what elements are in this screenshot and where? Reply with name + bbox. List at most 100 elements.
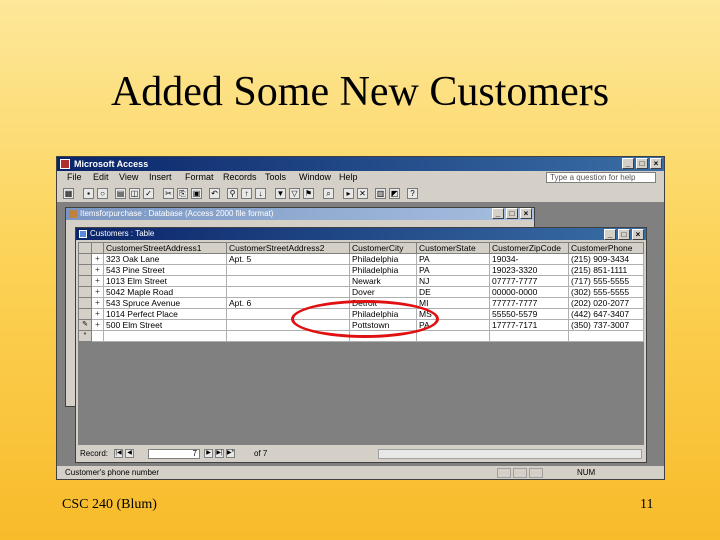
expand-subdatasheet-icon[interactable]: + — [91, 308, 104, 320]
cut-icon[interactable]: ✂ — [163, 188, 174, 199]
first-record-button[interactable]: |◀ — [114, 449, 123, 458]
cell-zip[interactable]: 55550-5579 — [489, 308, 569, 320]
record-selector[interactable] — [78, 308, 92, 320]
table-row[interactable]: +1013 Elm Street Newark NJ 07777-7777 (717) … — [78, 275, 644, 287]
help-icon[interactable]: ? — [407, 188, 418, 199]
cell-zip[interactable] — [489, 330, 569, 342]
print-preview-icon[interactable]: ◫ — [129, 188, 140, 199]
db-close-button[interactable]: × — [520, 208, 532, 219]
new-object-icon[interactable]: ◩ — [389, 188, 400, 199]
menu-insert[interactable]: Insert — [149, 172, 172, 182]
menu-edit[interactable]: Edit — [93, 172, 109, 182]
find-icon[interactable]: ⌕ — [323, 188, 334, 199]
close-button[interactable]: × — [650, 158, 662, 169]
cell-city[interactable]: Newark — [349, 275, 417, 287]
db-minimize-button[interactable]: _ — [492, 208, 504, 219]
search-icon[interactable]: ○ — [97, 188, 108, 199]
cell-phone[interactable]: (442) 647-3407 — [568, 308, 644, 320]
maximize-button[interactable]: □ — [636, 158, 648, 169]
cell-street-address2[interactable] — [226, 275, 350, 287]
column-header-phone[interactable]: CustomerPhone — [568, 242, 644, 254]
record-selector[interactable]: * — [78, 330, 92, 342]
menu-records[interactable]: Records — [223, 172, 257, 182]
copy-icon[interactable]: ⎘ — [177, 188, 188, 199]
cell-street-address1[interactable]: 1013 Elm Street — [103, 275, 227, 287]
next-record-button[interactable]: ▶ — [204, 449, 213, 458]
filter-by-form-icon[interactable]: ▽ — [289, 188, 300, 199]
table-maximize-button[interactable]: □ — [618, 229, 630, 240]
table-row[interactable]: +543 Pine Street Philadelphia PA 19023-3320… — [78, 264, 644, 276]
save-icon[interactable]: ▪ — [83, 188, 94, 199]
print-icon[interactable]: ▤ — [115, 188, 126, 199]
spelling-icon[interactable]: ✓ — [143, 188, 154, 199]
cell-phone[interactable]: (717) 555-5555 — [568, 275, 644, 287]
cell-state[interactable]: PA — [416, 253, 490, 265]
cell-phone[interactable]: (350) 737-3007 — [568, 319, 644, 331]
cell-city[interactable]: Philadelphia — [349, 264, 417, 276]
cell-state[interactable]: PA — [416, 264, 490, 276]
db-maximize-button[interactable]: □ — [506, 208, 518, 219]
cell-state[interactable]: DE — [416, 286, 490, 298]
table-row[interactable]: +5042 Maple Road Dover DE 00000-0000 (302) 5… — [78, 286, 644, 298]
filter-by-selection-icon[interactable]: ▼ — [275, 188, 286, 199]
cell-phone[interactable]: (215) 851-1111 — [568, 264, 644, 276]
cell-street-address1[interactable]: 5042 Maple Road — [103, 286, 227, 298]
record-selector[interactable] — [78, 253, 92, 265]
record-selector[interactable] — [78, 286, 92, 298]
cell-street-address1[interactable]: 543 Pine Street — [103, 264, 227, 276]
table-row[interactable]: +323 Oak Lane Apt. 5 Philadelphia PA 19034-(… — [78, 253, 644, 265]
expand-subdatasheet-icon[interactable]: + — [91, 264, 104, 276]
new-record-icon[interactable]: ▸ — [343, 188, 354, 199]
cell-zip[interactable]: 07777-7777 — [489, 275, 569, 287]
apply-filter-icon[interactable]: ⚑ — [303, 188, 314, 199]
cell-street-address1[interactable] — [103, 330, 227, 342]
cell-phone[interactable]: (302) 555-5555 — [568, 286, 644, 298]
cell-zip[interactable]: 19023-3320 — [489, 264, 569, 276]
menu-help[interactable]: Help — [339, 172, 358, 182]
sort-descending-icon[interactable]: ↓ — [255, 188, 266, 199]
column-header-zip[interactable]: CustomerZipCode — [489, 242, 569, 254]
cell-city[interactable]: Dover — [349, 286, 417, 298]
menu-view[interactable]: View — [119, 172, 138, 182]
column-header-state[interactable]: CustomerState — [416, 242, 490, 254]
undo-icon[interactable]: ↶ — [209, 188, 220, 199]
minimize-button[interactable]: _ — [622, 158, 634, 169]
menu-format[interactable]: Format — [185, 172, 214, 182]
insert-hyperlink-icon[interactable]: ⚲ — [227, 188, 238, 199]
cell-state[interactable]: MI — [416, 297, 490, 309]
database-window-icon[interactable]: ▥ — [375, 188, 386, 199]
cell-zip[interactable]: 17777-7171 — [489, 319, 569, 331]
delete-record-icon[interactable]: ✕ — [357, 188, 368, 199]
cell-state[interactable]: NJ — [416, 275, 490, 287]
cell-street-address1[interactable]: 543 Spruce Avenue — [103, 297, 227, 309]
column-header-street-address2[interactable]: CustomerStreetAddress2 — [226, 242, 350, 254]
record-selector[interactable] — [78, 275, 92, 287]
menu-window[interactable]: Window — [299, 172, 331, 182]
paste-icon[interactable]: ▣ — [191, 188, 202, 199]
expand-subdatasheet-icon[interactable] — [91, 330, 104, 342]
record-selector[interactable] — [78, 297, 92, 309]
menu-file[interactable]: File — [67, 172, 82, 182]
expand-subdatasheet-icon[interactable]: + — [91, 253, 104, 265]
record-selector[interactable]: ✎ — [78, 319, 92, 331]
new-record-button[interactable]: ▶* — [226, 449, 235, 458]
column-header-street-address1[interactable]: CustomerStreetAddress1 — [103, 242, 227, 254]
cell-zip[interactable]: 77777-7777 — [489, 297, 569, 309]
cell-street-address2[interactable] — [226, 264, 350, 276]
table-minimize-button[interactable]: _ — [604, 229, 616, 240]
expand-subdatasheet-icon[interactable]: + — [91, 275, 104, 287]
cell-street-address1[interactable]: 500 Elm Street — [103, 319, 227, 331]
cell-street-address2[interactable] — [226, 286, 350, 298]
cell-phone[interactable] — [568, 330, 644, 342]
expand-subdatasheet-icon[interactable]: + — [91, 319, 104, 331]
expand-subdatasheet-icon[interactable]: + — [91, 286, 104, 298]
last-record-button[interactable]: ▶| — [215, 449, 224, 458]
cell-phone[interactable]: (215) 909-3434 — [568, 253, 644, 265]
menu-tools[interactable]: Tools — [265, 172, 286, 182]
current-record-field[interactable]: 7 — [148, 449, 200, 459]
previous-record-button[interactable]: ◀ — [125, 449, 134, 458]
select-all-corner[interactable] — [78, 242, 92, 254]
cell-zip[interactable]: 00000-0000 — [489, 286, 569, 298]
view-icon[interactable]: ▦ — [63, 188, 74, 199]
expand-subdatasheet-icon[interactable]: + — [91, 297, 104, 309]
